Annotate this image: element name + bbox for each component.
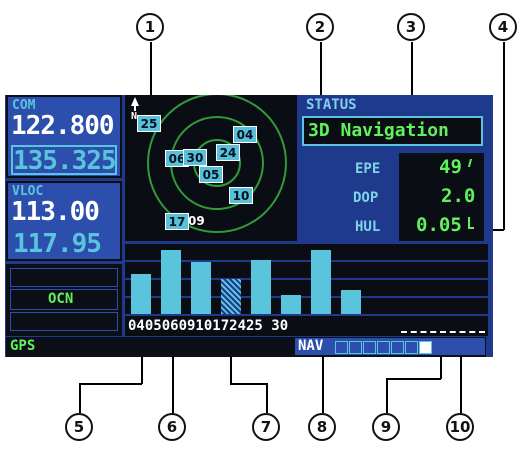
hul-label: HUL	[355, 219, 381, 235]
hul-value: 0.05	[416, 214, 462, 236]
gps-display: COM 122.800 135.325 VLOC 113.00 117.95 O…	[5, 95, 493, 357]
callout-5: 5	[65, 413, 93, 441]
leader-line-1	[150, 42, 152, 97]
callout-3: 3	[397, 13, 425, 41]
status-panel: STATUS 3D Navigation EPE DOP HUL 49 2.0 …	[298, 95, 488, 241]
com-standby-frequency[interactable]: 135.325	[13, 146, 117, 176]
cdi-inner-top	[10, 268, 118, 287]
signal-bar-06	[191, 262, 211, 314]
leader-line-7	[266, 383, 268, 413]
sky-satellite-04: 04	[233, 126, 257, 143]
sky-satellite-25: 25	[137, 115, 161, 132]
vloc-panel: VLOC 113.00 117.95	[6, 181, 122, 261]
com-active-frequency[interactable]: 122.800	[11, 111, 115, 141]
callout-8: 8	[308, 413, 336, 441]
vloc-active-frequency[interactable]: 113.00	[11, 197, 100, 227]
cdi-inner-bot	[10, 312, 118, 331]
callout-7: 7	[252, 413, 280, 441]
callout-6: 6	[158, 413, 186, 441]
page-indicator-square	[377, 341, 390, 354]
signal-bar-24	[311, 250, 331, 314]
leader-line-9-h	[386, 378, 441, 380]
epe-label: EPE	[355, 161, 381, 177]
epe-value: 49	[439, 156, 462, 178]
leader-line-8	[322, 350, 324, 413]
callout-9: 9	[372, 413, 400, 441]
page-indicator-active	[419, 341, 432, 354]
page-indicator-square	[349, 341, 362, 354]
leader-line-9-v	[440, 355, 442, 379]
leader-line-5	[79, 383, 81, 413]
nav-source-label: GPS	[10, 338, 36, 354]
sky-satellite-30: 30	[183, 149, 207, 166]
signal-bar-10	[251, 260, 271, 314]
callout-2: 2	[306, 13, 334, 41]
cdi-mode-label: OCN	[48, 291, 74, 307]
com-panel: COM 122.800 135.325	[6, 95, 122, 178]
signal-bar-04	[131, 274, 151, 314]
hul-unit-icon	[468, 217, 474, 229]
page-indicator-square	[363, 341, 376, 354]
sky-view: N 25 04 06 30 24 05 10 17 09	[125, 95, 297, 241]
page-indicator-square	[391, 341, 404, 354]
dop-label: DOP	[353, 190, 379, 206]
sky-satellite-09: 09	[188, 214, 205, 228]
callout-1: 1	[136, 13, 164, 41]
leader-line-9	[386, 378, 388, 413]
callout-4: 4	[489, 13, 517, 41]
status-title: STATUS	[306, 97, 357, 113]
sky-satellite-05: 05	[199, 166, 223, 183]
signal-bar-25	[341, 290, 361, 314]
page-indicator-square	[335, 341, 348, 354]
cdi-box: OCN	[6, 264, 122, 336]
leader-line-7-h	[230, 383, 267, 385]
sky-satellite-10: 10	[229, 187, 253, 204]
signal-satellite-labels: 0405060910172425 30	[128, 318, 289, 334]
signal-bar-09	[221, 279, 241, 314]
page-group-label: NAV	[298, 338, 324, 354]
signal-bar-17	[281, 295, 301, 314]
status-mode: 3D Navigation	[308, 120, 449, 141]
leader-line-5-h	[79, 383, 142, 385]
signal-bars	[125, 244, 488, 314]
page-indicator-square	[405, 341, 418, 354]
callout-10: 10	[446, 413, 474, 441]
leader-line-4	[503, 42, 505, 230]
sky-satellite-17: 17	[165, 213, 189, 230]
sky-satellite-24: 24	[216, 144, 240, 161]
signal-bar-05	[161, 250, 181, 314]
dop-value: 2.0	[441, 185, 476, 207]
signal-empty-slots	[401, 331, 485, 333]
page-indicator[interactable]	[335, 340, 471, 354]
vloc-standby-frequency[interactable]: 117.95	[13, 229, 102, 259]
